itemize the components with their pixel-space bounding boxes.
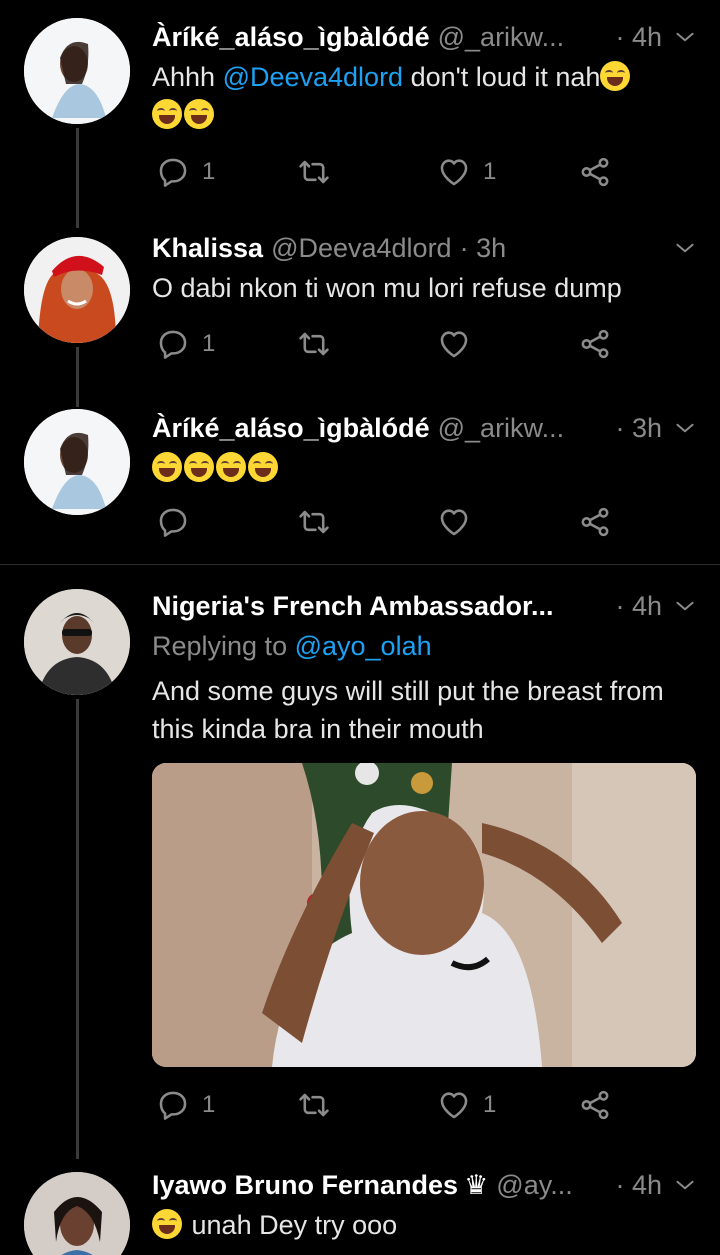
- retweet-button[interactable]: [297, 327, 343, 361]
- share-button[interactable]: [578, 327, 612, 361]
- like-button[interactable]: [437, 505, 483, 539]
- share-icon: [578, 505, 612, 539]
- heart-icon: [437, 505, 471, 539]
- avatar[interactable]: [24, 409, 130, 515]
- display-name[interactable]: Nigeria's French Ambassador...: [152, 589, 554, 623]
- laughing-emoji-icon: [248, 452, 278, 482]
- tweet-text: And some guys will still put the breast …: [152, 676, 664, 744]
- mention-link[interactable]: @Deeva4dlord: [223, 62, 404, 92]
- share-button[interactable]: [578, 1088, 612, 1122]
- tweet-3[interactable]: Àríké_aláso_ìgbàlódé @_arikw... · 3h: [0, 405, 720, 565]
- laughing-emoji-icon: [216, 452, 246, 482]
- tweet-text: [152, 449, 690, 487]
- heart-icon: [437, 1088, 471, 1122]
- replying-to: Replying to @ayo_olah: [152, 627, 690, 665]
- display-name[interactable]: Iyawo Bruno Fernandes: [152, 1168, 458, 1202]
- retweet-icon: [297, 505, 331, 539]
- chevron-down-icon[interactable]: [672, 1172, 698, 1198]
- timestamp[interactable]: · 3h: [615, 411, 662, 445]
- reply-button[interactable]: [156, 505, 202, 539]
- avatar[interactable]: [24, 1172, 130, 1255]
- laughing-emoji-icon: [184, 99, 214, 129]
- reply-count: 1: [202, 1091, 216, 1118]
- tweet-header: Khalissa @Deeva4dlord · 3h: [152, 231, 698, 265]
- display-name[interactable]: Àríké_aláso_ìgbàlódé: [152, 411, 430, 445]
- display-name[interactable]: Khalissa: [152, 231, 263, 265]
- avatar[interactable]: [24, 237, 130, 343]
- retweet-button[interactable]: [297, 1088, 343, 1122]
- reply-icon: [156, 327, 190, 361]
- avatar[interactable]: [24, 589, 130, 695]
- text-segment: unah Dey try ooo: [191, 1210, 398, 1240]
- reply-count: 1: [202, 330, 216, 357]
- retweet-button[interactable]: [297, 505, 343, 539]
- share-button[interactable]: [578, 155, 612, 189]
- timestamp[interactable]: · 4h: [615, 1168, 662, 1202]
- like-count: 1: [483, 158, 497, 185]
- like-button[interactable]: [437, 327, 483, 361]
- text-segment: Ahhh: [152, 62, 223, 92]
- user-handle[interactable]: @ay...: [496, 1168, 572, 1202]
- share-icon: [578, 155, 612, 189]
- tweet-actions: [152, 505, 622, 545]
- reply-icon: [156, 1088, 190, 1122]
- retweet-icon: [297, 155, 331, 189]
- tweet-text: O dabi nkon ti won mu lori refuse dump: [152, 273, 622, 303]
- laughing-emoji-icon: [184, 452, 214, 482]
- tweet-actions: 1 1: [152, 1088, 622, 1128]
- mention-link[interactable]: @ayo_olah: [295, 631, 432, 661]
- thread-line: [76, 347, 79, 407]
- tweet-actions: 1 1: [152, 155, 622, 195]
- tweet-1[interactable]: Àríké_aláso_ìgbàlódé @_arikw... · 4h Ahh…: [0, 0, 720, 228]
- like-button[interactable]: 1: [437, 155, 496, 189]
- reply-icon: [156, 155, 190, 189]
- reply-button[interactable]: 1: [156, 155, 215, 189]
- tweet-header: Nigeria's French Ambassador... · 4h: [152, 589, 698, 623]
- share-button[interactable]: [578, 505, 612, 539]
- reply-button[interactable]: 1: [156, 327, 215, 361]
- laughing-emoji-icon: [600, 61, 631, 91]
- crown-icon: ♛: [464, 1170, 489, 1200]
- chevron-down-icon[interactable]: [672, 24, 698, 50]
- reply-count: 1: [202, 158, 216, 185]
- timestamp[interactable]: · 3h: [460, 231, 507, 265]
- timestamp[interactable]: · 4h: [615, 20, 662, 54]
- text-segment: don't loud it nah: [403, 62, 601, 92]
- like-button[interactable]: 1: [437, 1088, 496, 1122]
- heart-icon: [437, 327, 471, 361]
- reply-button[interactable]: 1: [156, 1088, 215, 1122]
- share-icon: [578, 327, 612, 361]
- retweet-icon: [297, 327, 331, 361]
- retweet-button[interactable]: [297, 155, 343, 189]
- user-handle[interactable]: @_arikw...: [438, 20, 564, 54]
- reply-icon: [156, 505, 190, 539]
- tweet-text: Ahhh @Deeva4dlord don't loud it nah: [152, 58, 690, 134]
- user-handle[interactable]: @_arikw...: [438, 411, 564, 445]
- retweet-icon: [297, 1088, 331, 1122]
- tweet-header: Àríké_aláso_ìgbàlódé @_arikw... · 4h: [152, 20, 698, 54]
- laughing-emoji-icon: [152, 452, 182, 482]
- chevron-down-icon[interactable]: [672, 235, 698, 261]
- heart-icon: [437, 155, 471, 189]
- laughing-emoji-icon: [152, 1209, 182, 1239]
- tweet-header: Iyawo Bruno Fernandes ♛ @ay... · 4h: [152, 1168, 698, 1202]
- timestamp[interactable]: · 4h: [615, 589, 662, 623]
- thread-line: [76, 128, 79, 228]
- chevron-down-icon[interactable]: [672, 593, 698, 619]
- tweet-text: unah Dey try ooo: [152, 1206, 690, 1244]
- chevron-down-icon[interactable]: [672, 415, 698, 441]
- tweet-actions: 1: [152, 327, 622, 367]
- tweet-5[interactable]: Iyawo Bruno Fernandes ♛ @ay... · 4h unah…: [0, 1150, 720, 1255]
- replying-label: Replying to: [152, 631, 295, 661]
- tweet-media-image[interactable]: [152, 763, 696, 1067]
- tweet-header: Àríké_aláso_ìgbàlódé @_arikw... · 3h: [152, 411, 698, 445]
- avatar[interactable]: [24, 18, 130, 124]
- laughing-emoji-icon: [152, 99, 182, 129]
- display-name[interactable]: Àríké_aláso_ìgbàlódé: [152, 20, 430, 54]
- user-handle[interactable]: @Deeva4dlord: [271, 231, 452, 265]
- thread-line: [76, 699, 79, 1159]
- share-icon: [578, 1088, 612, 1122]
- like-count: 1: [483, 1091, 497, 1118]
- tweet-2[interactable]: Khalissa @Deeva4dlord · 3h O dabi nkon t…: [0, 225, 720, 407]
